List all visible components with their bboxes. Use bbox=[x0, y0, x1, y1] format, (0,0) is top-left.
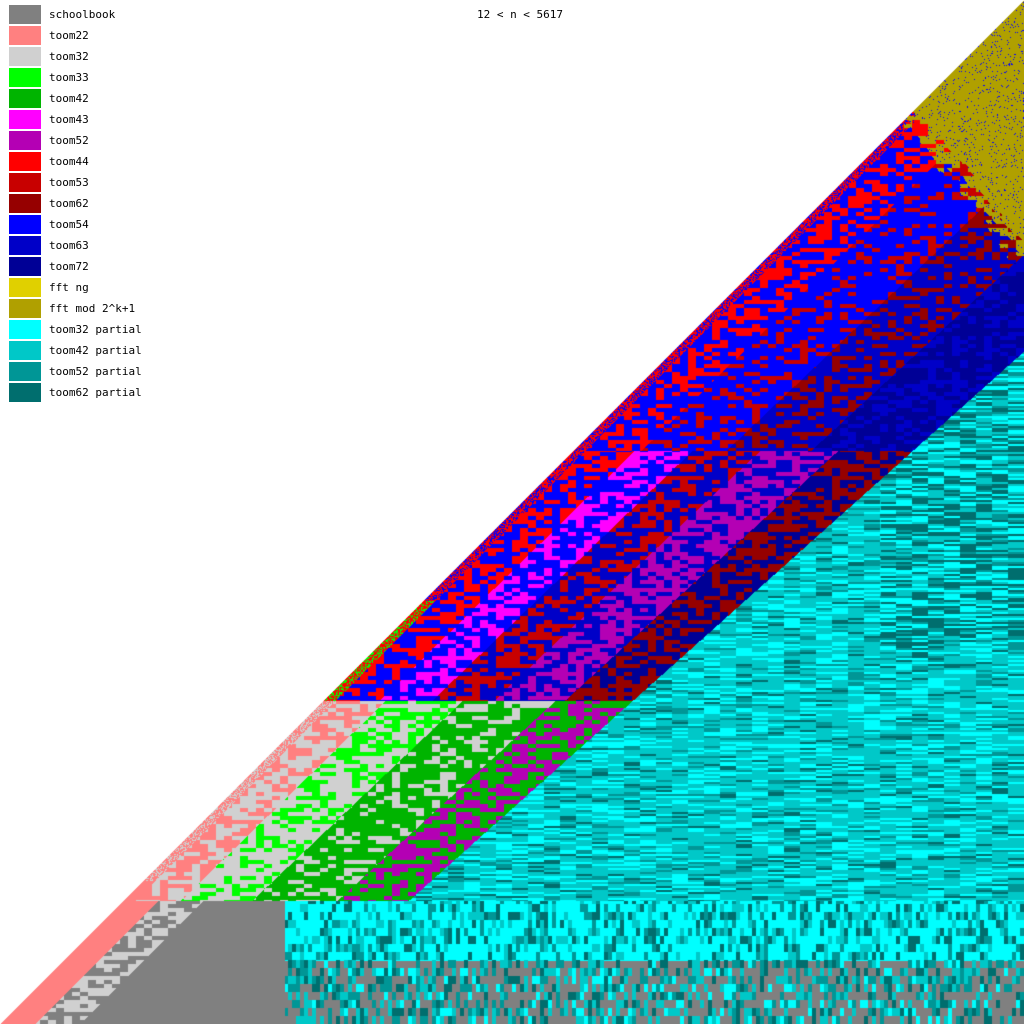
heatmap-canvas bbox=[0, 0, 1024, 1024]
legend-label: toom43 bbox=[49, 113, 89, 126]
legend-label: toom32 bbox=[49, 50, 89, 63]
legend-label: fft ng bbox=[49, 281, 89, 294]
legend-swatch bbox=[9, 68, 41, 87]
legend-label: toom44 bbox=[49, 155, 89, 168]
legend-swatch bbox=[9, 47, 41, 66]
legend-swatch bbox=[9, 215, 41, 234]
legend-swatch bbox=[9, 110, 41, 129]
legend-label: toom33 bbox=[49, 71, 89, 84]
legend-swatch bbox=[9, 173, 41, 192]
legend-swatch bbox=[9, 383, 41, 402]
legend-swatch bbox=[9, 236, 41, 255]
legend-label: toom42 bbox=[49, 92, 89, 105]
legend-swatch bbox=[9, 26, 41, 45]
legend-swatch bbox=[9, 341, 41, 360]
legend-label: toom22 bbox=[49, 29, 89, 42]
legend-label: toom52 partial bbox=[49, 365, 142, 378]
legend-label: toom53 bbox=[49, 176, 89, 189]
legend-swatch bbox=[9, 257, 41, 276]
legend-swatch bbox=[9, 278, 41, 297]
legend-label: toom42 partial bbox=[49, 344, 142, 357]
legend-label: toom62 partial bbox=[49, 386, 142, 399]
legend-swatch bbox=[9, 194, 41, 213]
legend-swatch bbox=[9, 362, 41, 381]
legend-label: toom54 bbox=[49, 218, 89, 231]
chart-title: 12 < n < 5617 bbox=[476, 8, 564, 21]
legend-label: toom72 bbox=[49, 260, 89, 273]
legend-label: toom52 bbox=[49, 134, 89, 147]
legend-label: toom62 bbox=[49, 197, 89, 210]
legend-swatch bbox=[9, 152, 41, 171]
legend-label: toom32 partial bbox=[49, 323, 142, 336]
legend-swatch bbox=[9, 5, 41, 24]
legend-label: toom63 bbox=[49, 239, 89, 252]
legend-label: schoolbook bbox=[49, 8, 116, 21]
legend-swatch bbox=[9, 89, 41, 108]
legend-swatch bbox=[9, 299, 41, 318]
legend-swatch bbox=[9, 131, 41, 150]
legend-swatch bbox=[9, 320, 41, 339]
legend-label: fft mod 2^k+1 bbox=[49, 302, 136, 315]
